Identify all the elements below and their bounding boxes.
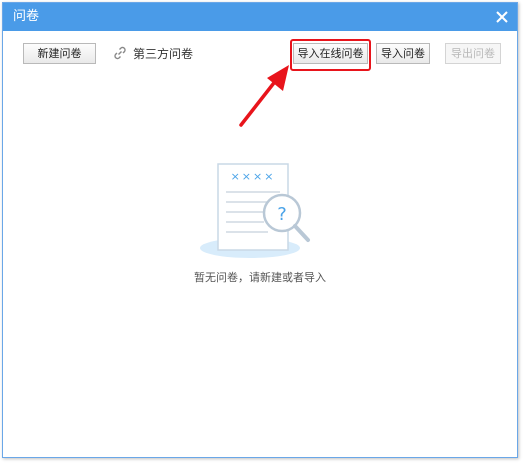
- empty-state-message: 暂无问卷，请新建或者导入: [194, 271, 326, 284]
- annotation-arrow-icon: [239, 65, 289, 127]
- third-party-survey-link[interactable]: 第三方问卷: [113, 44, 193, 64]
- close-icon[interactable]: [493, 8, 511, 26]
- new-survey-button[interactable]: 新建问卷: [23, 43, 96, 64]
- highlight-box: [290, 39, 371, 71]
- export-survey-button[interactable]: 导出问卷: [445, 43, 501, 64]
- title-bar: 问卷: [3, 3, 517, 31]
- survey-window: 问卷 新建问卷 第三方问卷 导入在线问卷 导入问卷 导出问卷 ×××× ? 暂无…: [2, 2, 518, 458]
- empty-survey-illustration: ×××× ?: [200, 163, 310, 258]
- window-title: 问卷: [13, 9, 40, 24]
- import-survey-button[interactable]: 导入问卷: [376, 43, 430, 64]
- illustration-x-marks: ××××: [231, 170, 276, 183]
- illustration-question-mark: ?: [277, 204, 287, 225]
- link-icon: [113, 46, 127, 60]
- third-party-survey-label: 第三方问卷: [133, 47, 194, 61]
